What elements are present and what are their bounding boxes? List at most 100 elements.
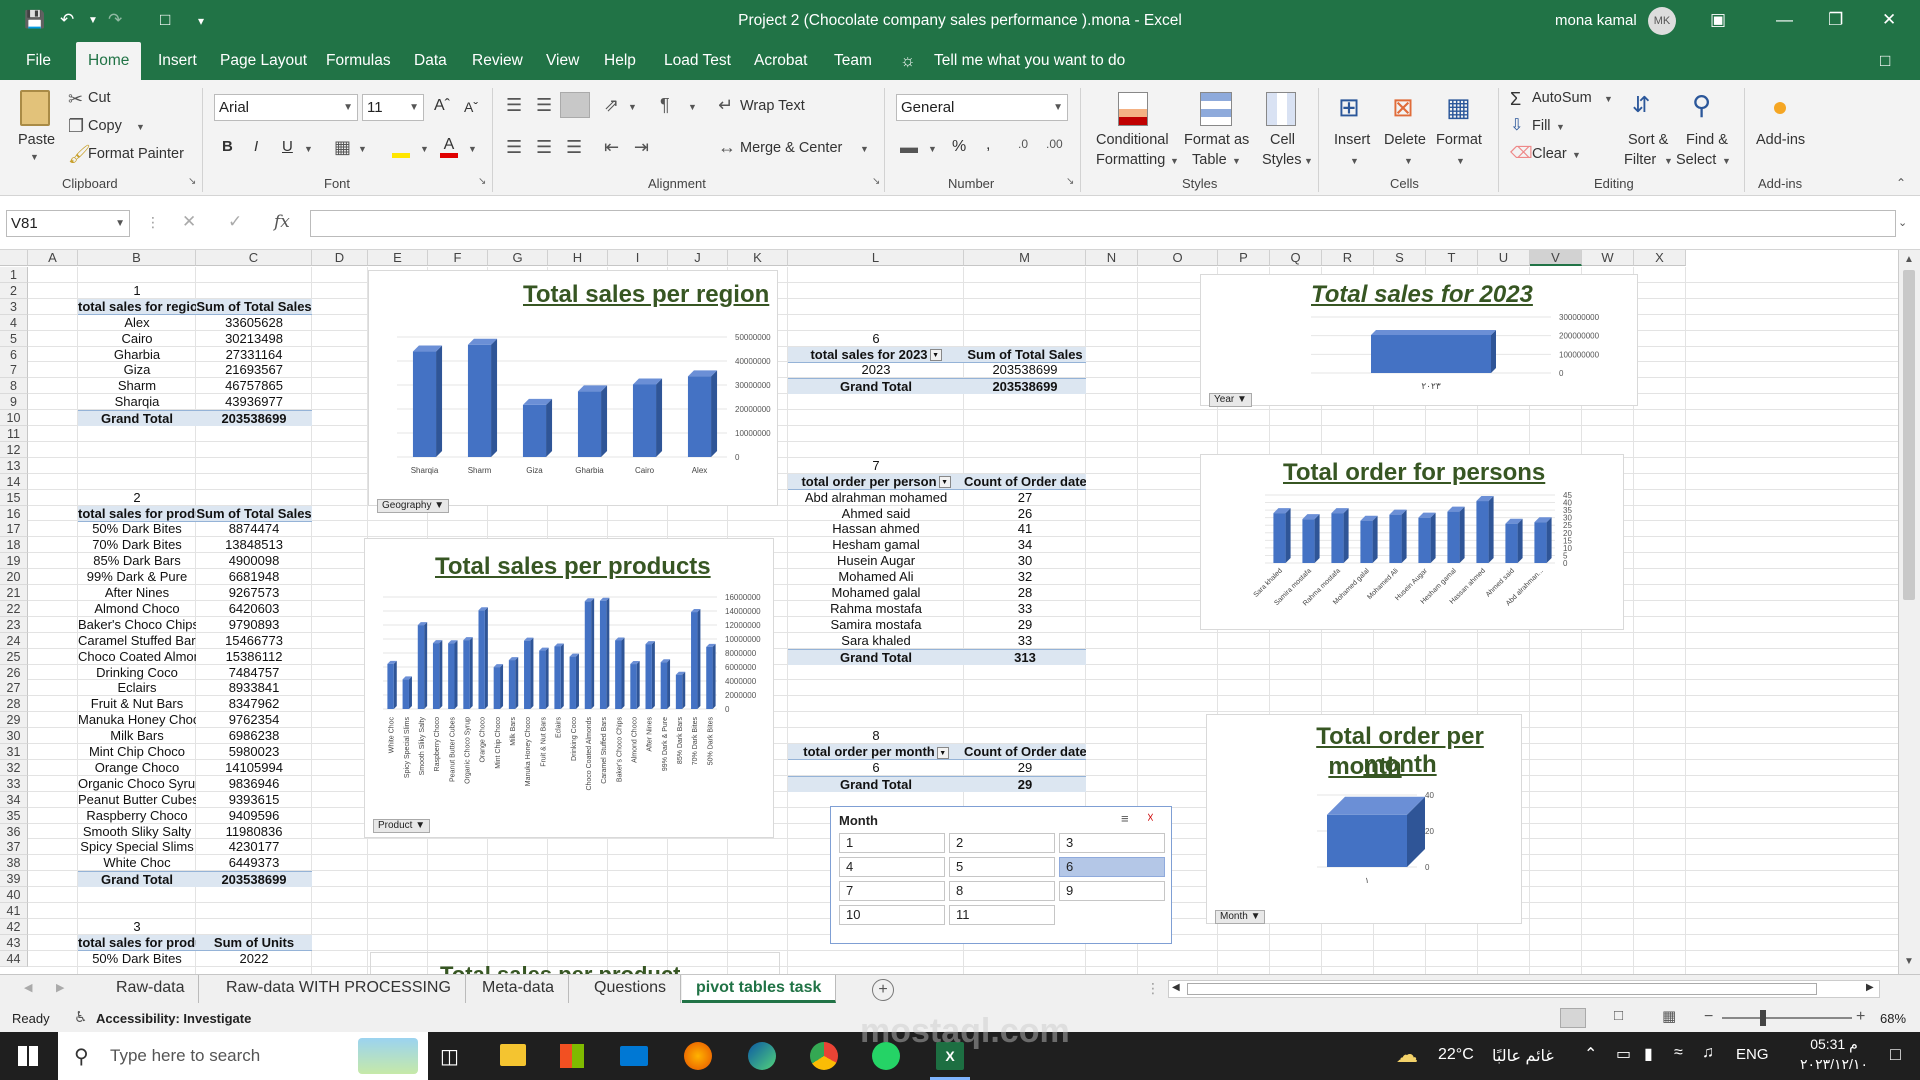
normal-view-button[interactable]	[1560, 1008, 1586, 1028]
tab-file[interactable]: File	[24, 42, 53, 80]
chart-field-dropdown-icon[interactable]: ▼	[1248, 911, 1261, 922]
cell[interactable]: 70% Dark Bites	[78, 537, 196, 553]
paste-dropdown-icon[interactable]: ▼	[30, 152, 39, 162]
chart-field-dropdown-icon[interactable]: ▼	[1234, 394, 1247, 405]
cell[interactable]: 41	[964, 521, 1086, 537]
fill-color-dropdown-icon[interactable]: ▼	[420, 144, 429, 154]
scroll-right-icon[interactable]: ▶	[1866, 982, 1874, 993]
chart-field-button[interactable]: Year ▼	[1209, 393, 1252, 407]
tab-review[interactable]: Review	[470, 42, 525, 80]
zoom-in-icon[interactable]: +	[1856, 1008, 1865, 1026]
slicer-item[interactable]: 7	[839, 881, 945, 901]
column-header[interactable]: W	[1582, 250, 1634, 266]
row-header[interactable]: 15	[0, 489, 28, 506]
cell[interactable]: Peanut Butter Cubes	[78, 792, 196, 808]
cell[interactable]: 4900098	[196, 553, 312, 569]
pivot-header-cell[interactable]: total order per person ▼	[788, 473, 964, 490]
cell[interactable]: 313	[964, 648, 1086, 665]
cell[interactable]: 34	[964, 537, 1086, 553]
scroll-down-icon[interactable]: ▼	[1904, 956, 1914, 967]
cell[interactable]: 7484757	[196, 665, 312, 681]
slicer-item[interactable]: 3	[1059, 833, 1165, 853]
bar[interactable]	[630, 664, 637, 709]
taskbar-search-box[interactable]: ⚲ Type here to search	[58, 1032, 428, 1080]
increase-font-icon[interactable]: Aˆ	[434, 98, 450, 114]
cell[interactable]: Almond Choco	[78, 601, 196, 617]
chart-4[interactable]: Total order per month 40 20 0 ١ Month ▼ month	[1206, 714, 1522, 924]
find-select-dropdown-icon[interactable]: ▼	[1722, 156, 1731, 166]
cell[interactable]: 8	[788, 728, 964, 744]
format-as-table-button[interactable]: Format as	[1184, 132, 1249, 148]
cell[interactable]: Sharqia	[78, 394, 196, 410]
row-header[interactable]: 30	[0, 728, 28, 745]
row-header[interactable]: 21	[0, 585, 28, 601]
autosum-button[interactable]: AutoSum	[1532, 90, 1592, 106]
number-format-dropdown-icon[interactable]: ▼	[1053, 95, 1063, 120]
column-header[interactable]: B	[78, 250, 196, 266]
cell[interactable]: 33	[964, 633, 1086, 649]
number-launcher-icon[interactable]: ↘	[1066, 176, 1074, 187]
row-header[interactable]: 4	[0, 314, 28, 331]
format-as-table-icon[interactable]	[1200, 92, 1232, 126]
merge-dropdown-icon[interactable]: ▼	[860, 144, 869, 154]
find-select-button[interactable]: Find &	[1686, 132, 1728, 148]
cell[interactable]: 203538699	[196, 871, 312, 888]
font-size-box[interactable]: 11 ▼	[362, 94, 424, 121]
horizontal-scrollbar[interactable]: ◀ ▶	[1168, 980, 1880, 998]
fill-dropdown-icon[interactable]: ▼	[1556, 122, 1565, 132]
cell[interactable]: 28	[964, 585, 1086, 601]
conditional-formatting-label2[interactable]: Formatting	[1096, 152, 1165, 168]
filter-dropdown-icon[interactable]: ▼	[936, 746, 949, 759]
column-header[interactable]: X	[1634, 250, 1686, 266]
cell[interactable]: 203538699	[196, 410, 312, 427]
bar[interactable]	[1331, 513, 1344, 563]
next-sheet-icon[interactable]: ▶	[56, 981, 64, 994]
confirm-entry-icon[interactable]: ✓	[228, 212, 242, 232]
row-header[interactable]: 32	[0, 759, 28, 776]
bar[interactable]	[675, 674, 683, 709]
font-color-dropdown-icon[interactable]: ▼	[468, 144, 477, 154]
font-color-icon[interactable]: A	[440, 136, 458, 158]
windows-start-icon[interactable]	[18, 1046, 38, 1066]
row-header[interactable]: 19	[0, 553, 28, 570]
close-icon[interactable]: ✕	[1882, 10, 1896, 30]
bar[interactable]	[1360, 520, 1373, 563]
merge-center-button[interactable]: Merge & Center	[740, 140, 842, 156]
cell[interactable]: 8347962	[196, 696, 312, 712]
currency-dropdown-icon[interactable]: ▼	[928, 144, 937, 154]
edge-icon[interactable]	[748, 1042, 776, 1070]
firefox-icon[interactable]	[684, 1042, 712, 1070]
find-select-icon[interactable]: ⚲	[1692, 92, 1711, 118]
cell[interactable]: Fruit & Nut Bars	[78, 696, 196, 712]
column-header[interactable]: K	[728, 250, 788, 266]
bar[interactable]	[1371, 335, 1491, 373]
scroll-left-icon[interactable]: ◀	[1172, 982, 1180, 993]
tab-help[interactable]: Help	[602, 42, 638, 80]
slicer-item[interactable]: 4	[839, 857, 945, 877]
row-header[interactable]: 5	[0, 330, 28, 347]
row-header[interactable]: 31	[0, 744, 28, 760]
format-cells-button[interactable]: Format	[1436, 132, 1482, 148]
show-hidden-icons-icon[interactable]: ⌃	[1584, 1044, 1597, 1064]
italic-button[interactable]: I	[254, 138, 258, 155]
cell[interactable]: Choco Coated Almonds	[78, 649, 196, 665]
fill-color-icon[interactable]	[392, 136, 410, 158]
cell[interactable]: 9836946	[196, 776, 312, 792]
row-header[interactable]: 42	[0, 918, 28, 935]
pivot-header-cell[interactable]: total sales for product▼	[78, 934, 196, 951]
slicer-item[interactable]: 8	[949, 881, 1055, 901]
bar[interactable]	[1447, 511, 1460, 563]
copy-icon[interactable]: ❐	[68, 117, 84, 135]
row-header[interactable]: 40	[0, 887, 28, 904]
row-header[interactable]: 28	[0, 696, 28, 713]
tab-formulas[interactable]: Formulas	[324, 42, 393, 80]
device-icon[interactable]: ▭	[1616, 1044, 1631, 1064]
align-right-icon[interactable]: ☰	[566, 138, 582, 156]
cell[interactable]: 27331164	[196, 347, 312, 363]
cell[interactable]: 6681948	[196, 569, 312, 585]
row-header[interactable]: 33	[0, 775, 28, 792]
row-header[interactable]: 43	[0, 934, 28, 951]
column-header[interactable]: S	[1374, 250, 1426, 266]
bar[interactable]	[448, 643, 455, 709]
insert-cells-dropdown-icon[interactable]: ▼	[1350, 156, 1359, 166]
